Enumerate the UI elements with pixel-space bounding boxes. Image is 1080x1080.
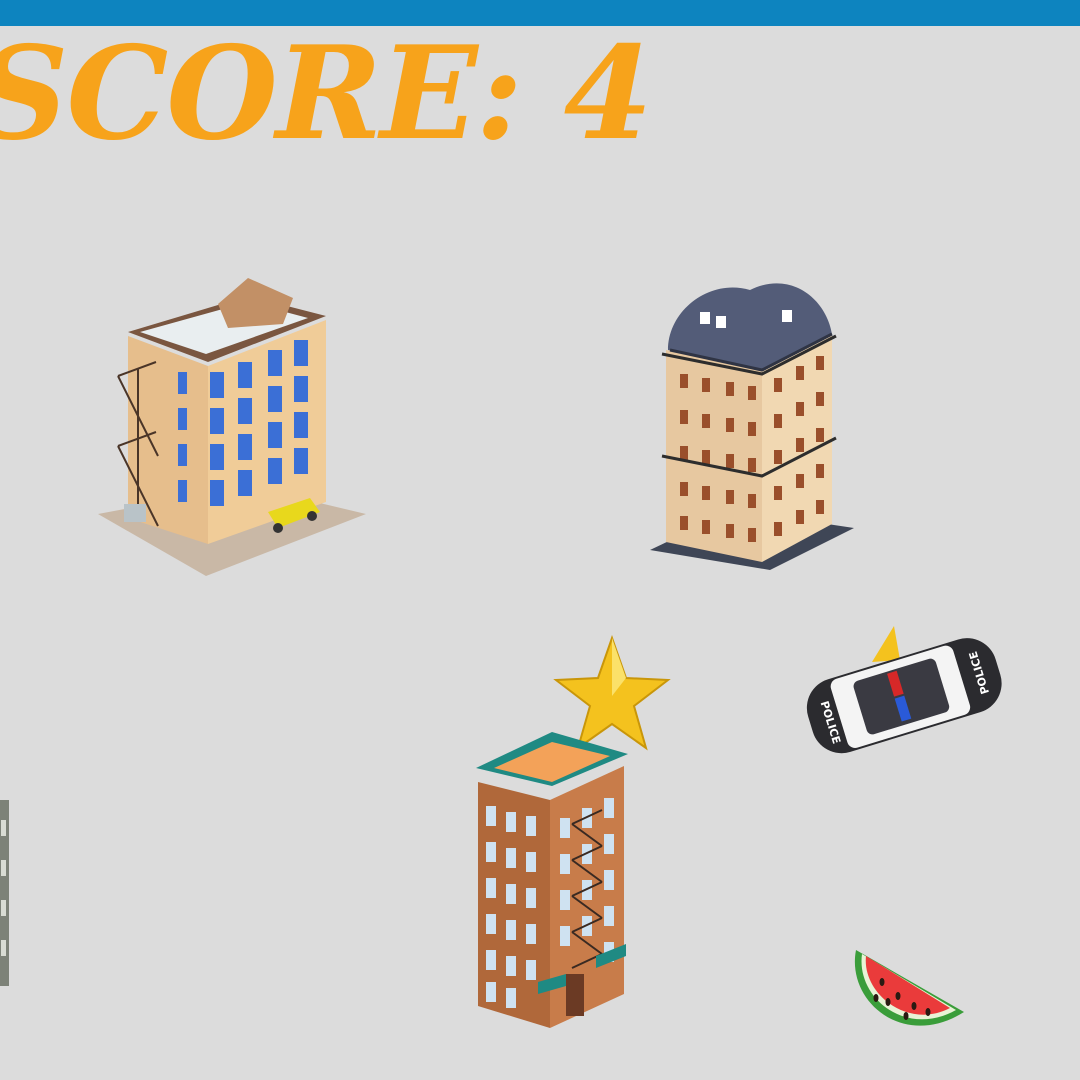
brick-building-icon	[474, 724, 630, 1034]
score-display: SCORE: 4	[0, 19, 653, 169]
apartment-building-icon	[98, 276, 366, 576]
watermelon-icon	[848, 946, 968, 1044]
partial-building-icon	[0, 800, 14, 986]
police-car-icon: POLICE POLICE	[796, 620, 1010, 770]
parisian-building-icon	[650, 270, 854, 584]
